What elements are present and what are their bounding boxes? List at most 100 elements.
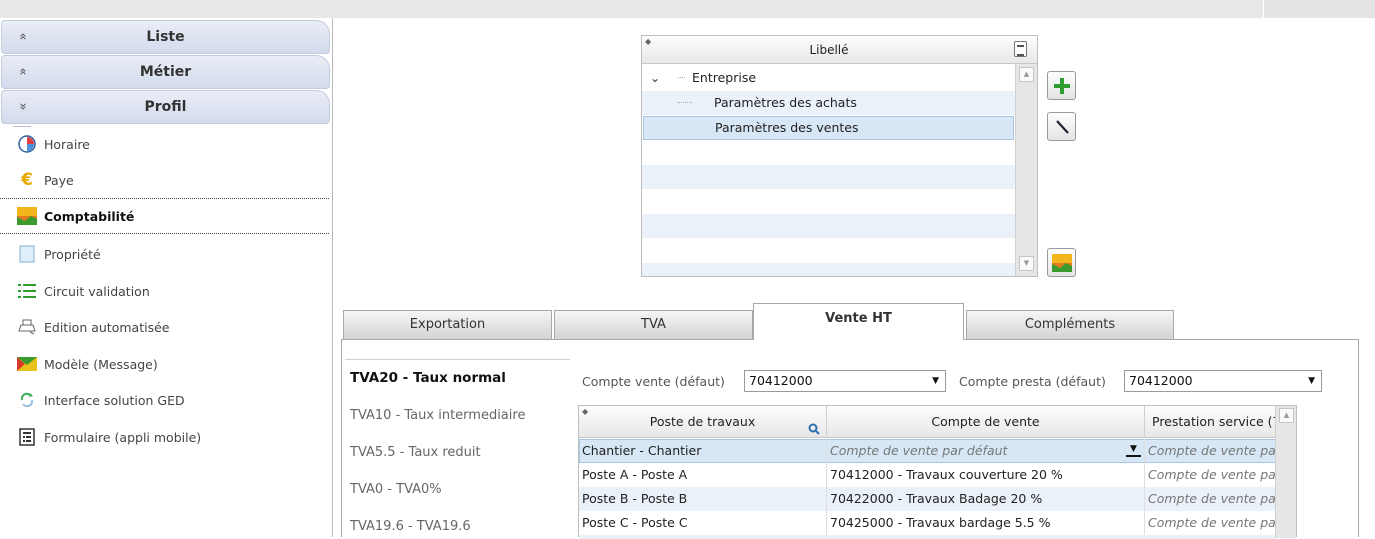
- vat-list: TVA20 - Taux normal TVA10 - Taux interme…: [345, 359, 570, 537]
- accordion-metier[interactable]: « Métier: [1, 52, 330, 92]
- sales-account-grid: ◆ Poste de travaux Compte de vente Prest…: [578, 405, 1297, 539]
- expand-chevron-icon[interactable]: ⌄: [650, 66, 660, 90]
- menu-item-edition-automatisee[interactable]: Edition automatisée: [0, 309, 329, 345]
- left-panel: « Liste « Métier » Profil Horaire € Paye…: [0, 17, 333, 537]
- compte-vente-value: 70412000: [749, 373, 813, 388]
- table-cell[interactable]: 70425000 - Travaux bardage 5.5 %: [827, 511, 1145, 535]
- accordion-title: Profil: [144, 99, 187, 115]
- menu-item-label: Comptabilité: [44, 208, 135, 224]
- menu-item-modele-message[interactable]: Modèle (Message): [0, 346, 329, 382]
- table-cell[interactable]: Poste C - Poste C: [579, 511, 827, 535]
- accounting-icon: [17, 206, 37, 226]
- table-cell[interactable]: Poste B - Poste B: [579, 487, 827, 511]
- grid-scrollbar[interactable]: ▲: [1275, 406, 1296, 538]
- compte-presta-value: 70412000: [1129, 373, 1193, 388]
- menu-item-label: Formulaire (appli mobile): [44, 429, 202, 445]
- tree-header: ◆ Libellé: [642, 36, 1037, 64]
- menu-item-interface-ged[interactable]: Interface solution GED: [0, 382, 329, 418]
- tree-row-label: Entreprise: [692, 70, 757, 85]
- tree-line: [678, 77, 685, 78]
- tree-scrollbar[interactable]: ▲ ▼: [1015, 64, 1037, 276]
- menu-item-label: Circuit validation: [44, 283, 150, 299]
- accordion-liste[interactable]: « Liste: [1, 17, 330, 57]
- tree-row-label: Paramètres des achats: [714, 95, 857, 110]
- menu-item-label: Propriété: [44, 246, 101, 262]
- tab-complements[interactable]: Compléments: [966, 310, 1174, 339]
- scroll-up-icon[interactable]: ▲: [1279, 408, 1294, 423]
- vat-item[interactable]: TVA20 - Taux normal: [350, 370, 570, 386]
- dropdown-arrow-icon[interactable]: ▼: [1308, 371, 1315, 391]
- table-cell[interactable]: Compte de vente par défaut ▼: [827, 439, 1145, 463]
- column-header-prestation[interactable]: Prestation service (70: [1145, 406, 1276, 438]
- list-icon: [17, 281, 37, 301]
- menu-item-formulaire[interactable]: Formulaire (appli mobile): [0, 419, 329, 455]
- menu-item-circuit-validation[interactable]: Circuit validation: [0, 273, 329, 309]
- accordion-profil[interactable]: » Profil: [1, 87, 330, 127]
- table-cell-value: Compte de vente par défaut: [830, 443, 1008, 458]
- top-bar-segment: [1263, 0, 1375, 18]
- menu-item-label: Paye: [44, 172, 74, 188]
- parameters-tree: ◆ Libellé ⌄ Entreprise Paramètres des ac…: [641, 35, 1038, 277]
- vat-item[interactable]: TVA5.5 - Taux reduit: [350, 445, 570, 460]
- table-cell[interactable]: 70412000 - Travaux couverture 20 %: [827, 463, 1145, 487]
- table-cell[interactable]: 70422000 - Travaux Badage 20 %: [827, 487, 1145, 511]
- table-cell[interactable]: Poste A - Poste A: [579, 463, 827, 487]
- vat-item[interactable]: TVA0 - TVA0%: [350, 482, 570, 497]
- menu-item-label: Horaire: [44, 136, 90, 152]
- tree-row-label: Paramètres des ventes: [715, 120, 859, 135]
- clock-icon: [17, 134, 37, 154]
- tab-exportation[interactable]: Exportation: [343, 310, 552, 339]
- sync-icon: [17, 390, 37, 410]
- tree-row-empty: [642, 214, 1015, 238]
- tree-row-achats[interactable]: Paramètres des achats: [642, 91, 1015, 115]
- table-cell[interactable]: Compte de vente par d: [1145, 439, 1276, 463]
- menu-item-label: Interface solution GED: [44, 392, 185, 408]
- chevron-down-icon: »: [13, 87, 31, 127]
- menu-item-label: Edition automatisée: [44, 319, 170, 335]
- vat-item[interactable]: TVA10 - Taux intermediaire: [350, 408, 570, 423]
- menu-item-paye[interactable]: € Paye: [0, 162, 329, 198]
- accounting-button[interactable]: [1047, 248, 1076, 277]
- column-header-label: Poste de travaux: [649, 414, 756, 429]
- chevron-up-icon: «: [13, 17, 31, 57]
- vat-item[interactable]: TVA19.6 - TVA19.6: [350, 519, 570, 534]
- menu-item-comptabilite[interactable]: Comptabilité: [0, 198, 329, 234]
- edit-button[interactable]: [1047, 112, 1076, 141]
- menu-item-label: Modèle (Message): [44, 356, 158, 372]
- tree-header-label[interactable]: Libellé: [642, 43, 1016, 57]
- column-chooser-icon[interactable]: [1014, 41, 1027, 57]
- dropdown-arrow-icon[interactable]: ▼: [932, 371, 939, 391]
- table-cell[interactable]: Compte de vente par d: [1145, 487, 1276, 511]
- compte-vente-label: Compte vente (défaut): [582, 374, 725, 389]
- add-button[interactable]: [1047, 71, 1076, 100]
- tree-line: [678, 102, 692, 103]
- top-bar: [0, 0, 1375, 18]
- printer-icon: [17, 317, 37, 337]
- accounting-icon: [1051, 253, 1072, 272]
- euro-icon: €: [21, 170, 33, 190]
- dropdown-arrow-icon[interactable]: ▼: [1126, 443, 1141, 457]
- chevron-up-icon: «: [13, 52, 31, 92]
- grid-row-alt: [579, 535, 1276, 539]
- search-icon[interactable]: [808, 415, 820, 435]
- table-cell[interactable]: Compte de vente par d: [1145, 511, 1276, 535]
- accordion-title: Liste: [146, 29, 185, 45]
- compte-presta-select[interactable]: 70412000 ▼: [1124, 370, 1322, 392]
- column-header-compte[interactable]: Compte de vente: [827, 406, 1145, 438]
- table-cell[interactable]: Compte de vente par d: [1145, 463, 1276, 487]
- tree-row-entreprise[interactable]: ⌄ Entreprise: [642, 66, 1015, 90]
- sort-icon[interactable]: ◆: [582, 396, 588, 428]
- tab-vente-ht[interactable]: Vente HT: [753, 303, 964, 340]
- form-icon: [17, 427, 37, 447]
- column-header-poste[interactable]: ◆ Poste de travaux: [579, 406, 827, 438]
- table-cell[interactable]: Chantier - Chantier: [579, 439, 827, 463]
- tree-row-empty: [642, 263, 1015, 276]
- compte-vente-select[interactable]: 70412000 ▼: [744, 370, 946, 392]
- menu-item-horaire[interactable]: Horaire: [0, 126, 329, 162]
- menu-item-propriete[interactable]: Propriété: [0, 236, 329, 272]
- scroll-down-icon[interactable]: ▼: [1019, 256, 1034, 271]
- tree-row-ventes[interactable]: Paramètres des ventes: [643, 116, 1014, 140]
- tree-row-empty: [642, 165, 1015, 189]
- scroll-up-icon[interactable]: ▲: [1019, 67, 1034, 82]
- tab-tva[interactable]: TVA: [554, 310, 753, 339]
